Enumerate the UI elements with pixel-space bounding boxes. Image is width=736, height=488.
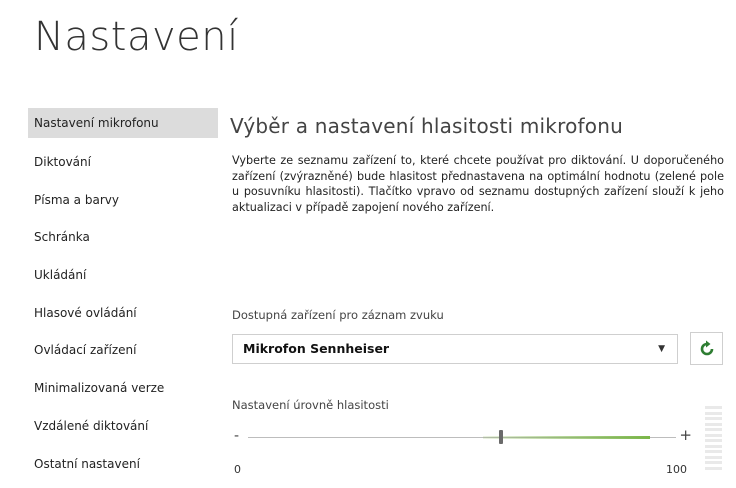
refresh-icon bbox=[700, 340, 713, 355]
devices-label: Dostupná zařízení pro záznam zvuku bbox=[232, 308, 444, 322]
meter-segment bbox=[705, 417, 722, 420]
meter-segment bbox=[705, 422, 722, 426]
volume-slider[interactable]: - + bbox=[232, 426, 692, 450]
chevron-down-icon: ▼ bbox=[658, 344, 665, 354]
meter-segment bbox=[705, 428, 722, 431]
description-text: Vyberte ze seznamu zařízení to, které ch… bbox=[232, 154, 724, 214]
meter-segment bbox=[705, 455, 722, 459]
slider-min-label: 0 bbox=[234, 463, 241, 476]
meter-segment bbox=[705, 466, 722, 470]
device-select[interactable]: Mikrofon Sennheiser ▼ bbox=[232, 334, 678, 364]
sidebar-item[interactable]: Nastavení mikrofonu bbox=[28, 108, 218, 138]
slider-max-label: 100 bbox=[666, 463, 687, 476]
level-meter bbox=[705, 406, 722, 472]
meter-segment bbox=[705, 444, 722, 448]
sidebar-item[interactable]: Ukládání bbox=[28, 258, 218, 296]
meter-segment bbox=[705, 461, 722, 464]
meter-segment bbox=[705, 450, 722, 453]
sidebar-item[interactable]: Vzdálené diktování bbox=[28, 409, 218, 447]
sidebar-item[interactable]: Minimalizovaná verze bbox=[28, 371, 218, 409]
section-title: Výběr a nastavení hlasitosti mikrofonu bbox=[230, 114, 623, 138]
meter-segment bbox=[705, 439, 722, 442]
sidebar-item[interactable]: Ovládací zařízení bbox=[28, 333, 218, 371]
sidebar: Nastavení mikrofonu Diktování Písma a barv… bbox=[28, 108, 218, 484]
volume-label: Nastavení úrovně hlasitosti bbox=[232, 398, 389, 412]
sidebar-item[interactable]: Diktování bbox=[28, 145, 218, 183]
slider-max-symbol: + bbox=[679, 426, 692, 444]
sidebar-item[interactable]: Ostatní nastavení bbox=[28, 447, 218, 485]
selected-device-text: Mikrofon Sennheiser bbox=[243, 341, 390, 356]
refresh-button[interactable] bbox=[690, 332, 723, 365]
slider-min-symbol: - bbox=[234, 428, 240, 444]
main-content: Výběr a nastavení hlasitosti mikrofonu V… bbox=[230, 108, 724, 476]
meter-segment bbox=[705, 433, 722, 437]
sidebar-item[interactable]: Písma a barvy bbox=[28, 183, 218, 221]
meter-segment bbox=[705, 406, 722, 409]
slider-thumb[interactable] bbox=[498, 430, 503, 444]
sidebar-item[interactable]: Hlasové ovládání bbox=[28, 296, 218, 334]
page-title: Nastavení bbox=[34, 14, 239, 60]
recommended-range bbox=[483, 436, 651, 439]
meter-segment bbox=[705, 411, 722, 415]
sidebar-item[interactable]: Schránka bbox=[28, 220, 218, 258]
